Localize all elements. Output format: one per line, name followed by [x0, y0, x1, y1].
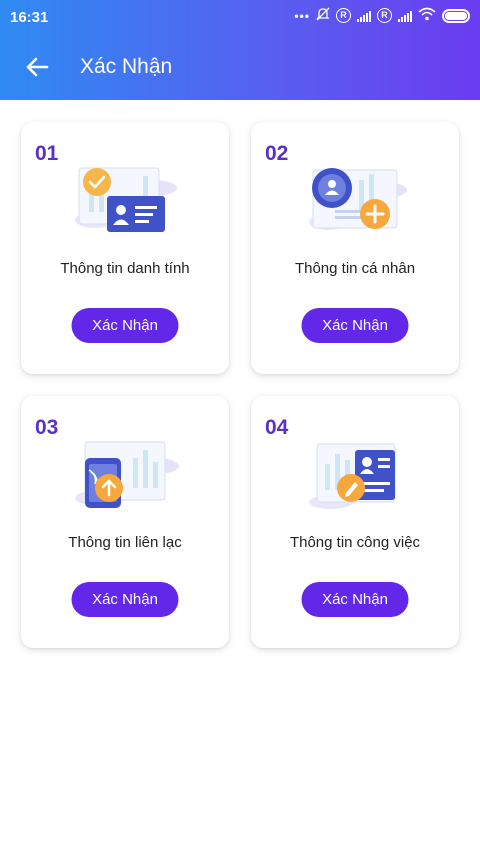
signal-icon: [398, 10, 412, 22]
back-arrow-icon: [25, 56, 49, 83]
status-time: 16:31: [10, 9, 49, 26]
card-number: 01: [35, 142, 59, 165]
card-label: Thông tin công việc: [289, 534, 421, 551]
status-bar: 16:31 ••• R R: [0, 0, 480, 34]
work-document-icon: [295, 432, 415, 516]
confirm-contact-button[interactable]: Xác Nhận: [71, 582, 179, 617]
back-button[interactable]: [22, 54, 52, 84]
personal-card[interactable]: 02 Thông tin cá nhân Xác Nhận: [251, 122, 459, 374]
wifi-icon: [418, 7, 436, 24]
confirm-work-button[interactable]: Xác Nhận: [301, 582, 409, 617]
card-label: Thông tin cá nhân: [294, 260, 416, 277]
card-number: 02: [265, 142, 289, 165]
card-label: Thông tin danh tính: [60, 260, 190, 277]
work-card[interactable]: 04 Thông tin công việc Xác Nhận: [251, 396, 459, 648]
card-label: Thông tin liên lạc: [68, 534, 182, 551]
card-number: 03: [35, 416, 59, 439]
page-title: Xác Nhận: [80, 55, 173, 78]
roaming-r-icon: R: [377, 8, 392, 23]
contact-phone-icon: [65, 432, 185, 516]
more-dots-icon: •••: [294, 8, 310, 23]
roaming-r-icon: R: [336, 8, 351, 23]
signal-icon: [357, 10, 371, 22]
app-header: 16:31 ••• R R Xác Nhận: [0, 0, 480, 100]
identity-card-icon: [65, 158, 185, 242]
personal-profile-icon: [295, 158, 415, 242]
mute-icon: [316, 7, 330, 24]
battery-icon: [442, 8, 470, 23]
contact-card[interactable]: 03 Thông tin liên lạc Xác Nhận: [21, 396, 229, 648]
identity-card[interactable]: 01 Thông tin danh tính Xác Nhận: [21, 122, 229, 374]
status-icons: ••• R R: [294, 7, 470, 24]
confirm-personal-button[interactable]: Xác Nhận: [301, 308, 409, 343]
card-number: 04: [265, 416, 289, 439]
confirm-identity-button[interactable]: Xác Nhận: [71, 308, 179, 343]
